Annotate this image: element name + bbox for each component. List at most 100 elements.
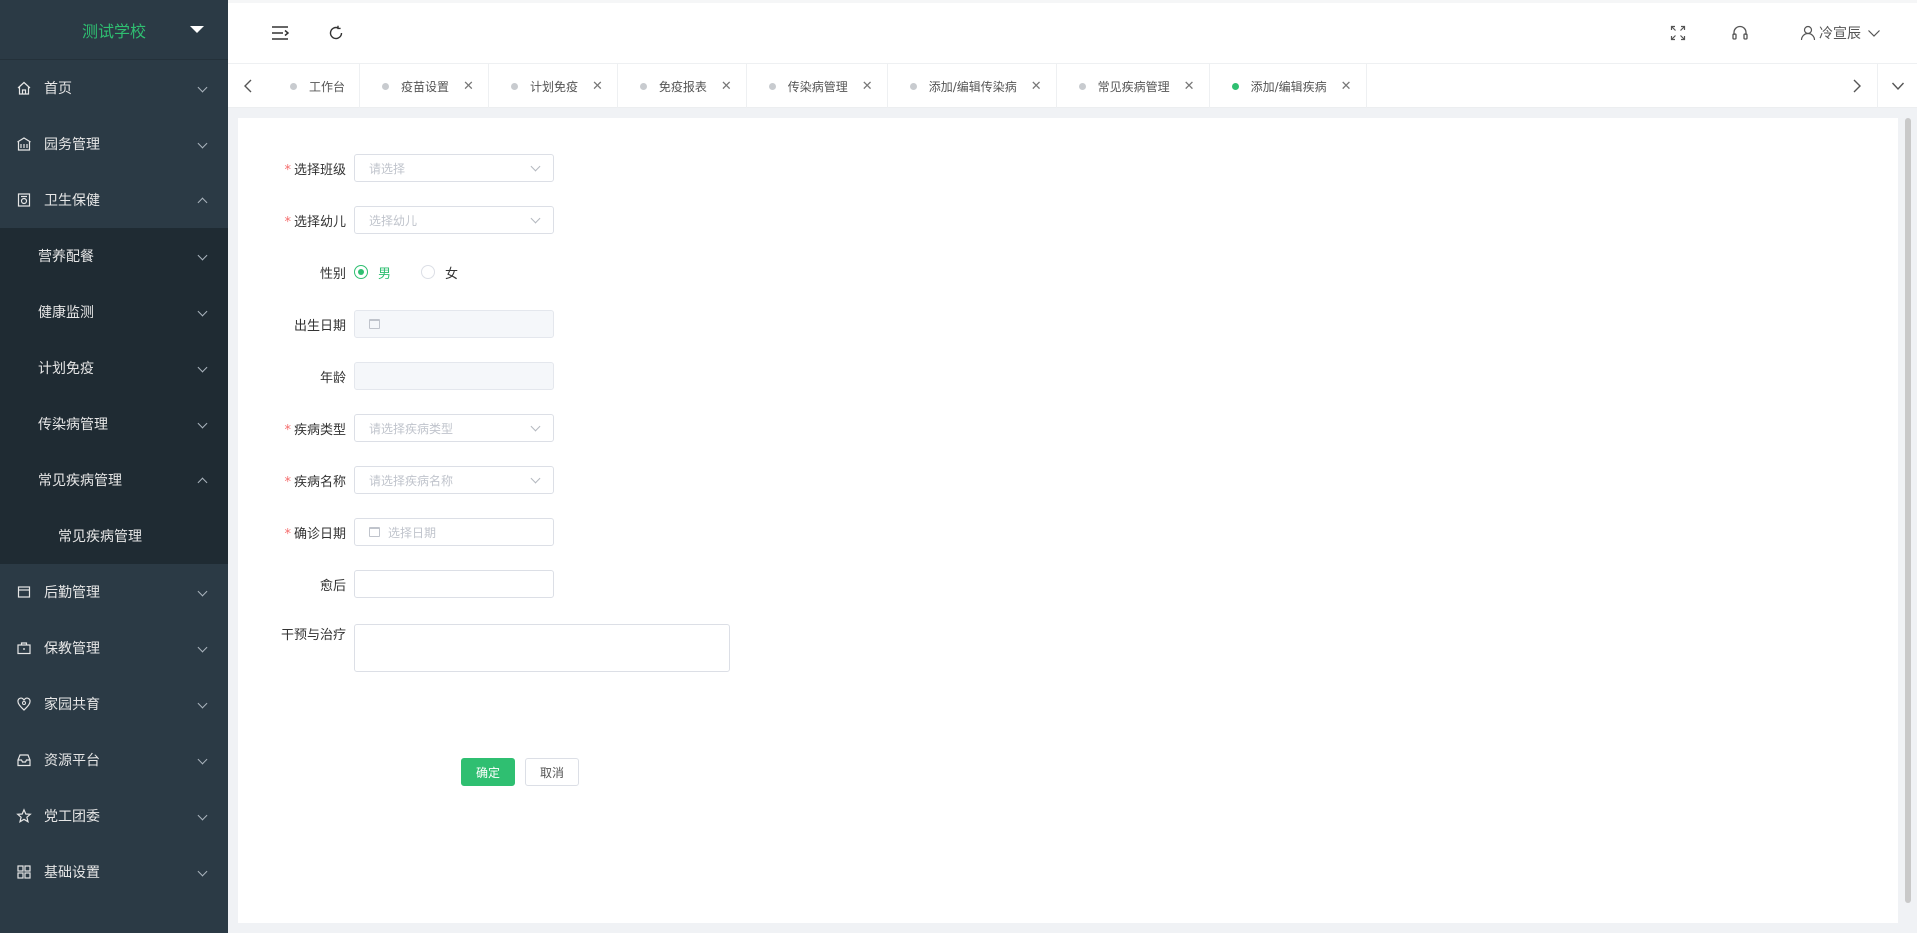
disease-name-select[interactable]: 请选择疾病名称	[354, 466, 554, 494]
gender-female-radio[interactable]: 女	[421, 263, 458, 282]
form-row-age: 年龄	[278, 350, 730, 402]
sidebar-item-label: 保教管理	[44, 641, 100, 657]
sidebar-item-education[interactable]: 保教管理	[0, 620, 228, 676]
tab-immunization[interactable]: 计划免疫 ✕	[489, 64, 618, 108]
menu-collapse-button[interactable]	[268, 21, 292, 45]
app-root: 测试学校 首页 园务管理 卫生保健 营养配餐 健康监测 计划免疫 传染病管理 常…	[0, 0, 1917, 933]
chevron-down-icon	[530, 473, 541, 484]
tab-infectious[interactable]: 传染病管理 ✕	[747, 64, 888, 108]
top-header: 冷宣辰	[228, 0, 1917, 64]
form-row-child: * 选择幼儿 选择幼儿	[278, 194, 730, 246]
tab-label: 工作台	[309, 79, 346, 94]
home-icon	[17, 81, 31, 95]
chevron-down-icon	[197, 866, 208, 877]
sidebar-item-label: 卫生保健	[44, 193, 100, 209]
building-icon	[17, 137, 31, 151]
inbox-icon	[17, 754, 31, 767]
tab-edit-disease[interactable]: 添加/编辑疾病 ✕	[1210, 64, 1367, 108]
sidebar-item-common-disease-list[interactable]: 常见疾病管理	[0, 508, 228, 564]
radio-circle	[354, 265, 368, 279]
support-button[interactable]	[1728, 21, 1752, 45]
content-scrollbar[interactable]	[1905, 118, 1911, 903]
tab-immunization-report[interactable]: 免疫报表 ✕	[618, 64, 747, 108]
sidebar-item-label: 后勤管理	[44, 585, 100, 601]
form-actions: 确定 取消	[461, 758, 589, 786]
tab-menu-button[interactable]	[1877, 64, 1917, 108]
child-select[interactable]: 选择幼儿	[354, 206, 554, 234]
prognosis-input[interactable]	[354, 570, 554, 598]
chevron-down-icon	[197, 698, 208, 709]
tab-edit-infectious[interactable]: 添加/编辑传染病 ✕	[888, 64, 1057, 108]
required-mark: *	[284, 422, 291, 438]
heart-pin-icon	[17, 697, 31, 711]
chevron-right-icon	[1853, 79, 1861, 93]
class-select[interactable]: 请选择	[354, 154, 554, 182]
refresh-button[interactable]	[324, 21, 348, 45]
class-select-placeholder: 请选择	[369, 161, 406, 176]
sidebar-item-common-disease[interactable]: 常见疾病管理	[0, 452, 228, 508]
main-content: * 选择班级 请选择 * 选择幼儿 选择幼儿 性别 男 女 出生日期 年龄 * …	[238, 118, 1898, 923]
disease-type-select[interactable]: 请选择疾病类型	[354, 414, 554, 442]
treatment-label: 干预与治疗	[280, 628, 346, 643]
sidebar-item-label: 常见疾病管理	[58, 529, 142, 545]
briefcase-icon	[17, 642, 31, 655]
sidebar-item-resources[interactable]: 资源平台	[0, 732, 228, 788]
fullscreen-button[interactable]	[1666, 21, 1690, 45]
form-row-class: * 选择班级 请选择	[278, 142, 730, 194]
field-label: * 疾病类型	[278, 419, 354, 438]
sidebar-item-health-monitor[interactable]: 健康监测	[0, 284, 228, 340]
tab-scroll-left-button[interactable]	[228, 64, 268, 108]
sidebar-item-immunization[interactable]: 计划免疫	[0, 340, 228, 396]
form-row-gender: 性别 男 女	[278, 246, 730, 298]
form-row-disease-type: * 疾病类型 请选择疾病类型	[278, 402, 730, 454]
field-label: * 选择班级	[278, 159, 354, 178]
gender-male-radio[interactable]: 男	[354, 263, 391, 282]
sidebar-item-health[interactable]: 卫生保健	[0, 172, 228, 228]
sidebar-item-home-school[interactable]: 家园共育	[0, 676, 228, 732]
close-icon[interactable]: ✕	[862, 79, 873, 94]
diagnosis-date-picker[interactable]: 选择日期	[354, 518, 554, 546]
chevron-down-icon	[530, 213, 541, 224]
sidebar-item-logistics[interactable]: 后勤管理	[0, 564, 228, 620]
close-icon[interactable]: ✕	[463, 79, 474, 94]
close-icon[interactable]: ✕	[1341, 79, 1352, 94]
close-icon[interactable]: ✕	[721, 79, 732, 94]
birth-date-field	[354, 310, 554, 338]
confirm-button[interactable]: 确定	[461, 758, 516, 786]
tab-label: 常见疾病管理	[1097, 79, 1170, 94]
sidebar-item-label: 常见疾病管理	[38, 473, 122, 489]
tab-workbench[interactable]: 工作台	[268, 64, 361, 108]
sidebar-item-settings[interactable]: 基础设置	[0, 844, 228, 900]
sidebar-item-label: 党工团委	[44, 809, 100, 825]
child-select-placeholder: 选择幼儿	[369, 213, 418, 228]
field-label: * 选择幼儿	[278, 211, 354, 230]
tab-label: 疫苗设置	[401, 79, 450, 94]
age-field	[354, 362, 554, 390]
caret-down-icon[interactable]	[190, 26, 204, 33]
tab-common-disease[interactable]: 常见疾病管理 ✕	[1057, 64, 1210, 108]
username: 冷宣辰	[1819, 26, 1861, 42]
disease-name-placeholder: 请选择疾病名称	[369, 473, 454, 488]
cancel-button[interactable]: 取消	[525, 758, 580, 786]
calendar-icon	[369, 319, 380, 329]
calendar-icon	[369, 527, 380, 537]
close-icon[interactable]: ✕	[592, 79, 603, 94]
chevron-down-icon	[197, 250, 208, 261]
treatment-textarea[interactable]	[354, 624, 730, 672]
user-menu[interactable]: 冷宣辰	[1800, 23, 1881, 43]
age-label: 年龄	[319, 370, 346, 386]
tab-dot	[290, 82, 297, 90]
close-icon[interactable]: ✕	[1031, 79, 1042, 94]
sidebar-item-infectious[interactable]: 传染病管理	[0, 396, 228, 452]
sidebar-item-label: 营养配餐	[38, 249, 94, 265]
sidebar-item-nutrition[interactable]: 营养配餐	[0, 228, 228, 284]
school-switcher[interactable]: 测试学校	[0, 0, 228, 60]
sidebar-item-home[interactable]: 首页	[0, 60, 228, 116]
logistics-icon	[17, 586, 31, 598]
sidebar-item-party[interactable]: 党工团委	[0, 788, 228, 844]
sidebar-item-campus[interactable]: 园务管理	[0, 116, 228, 172]
field-label: * 确诊日期	[278, 523, 354, 542]
tab-vaccine-settings[interactable]: 疫苗设置 ✕	[360, 64, 489, 108]
close-icon[interactable]: ✕	[1184, 79, 1195, 94]
tab-scroll-right-button[interactable]	[1837, 64, 1877, 108]
